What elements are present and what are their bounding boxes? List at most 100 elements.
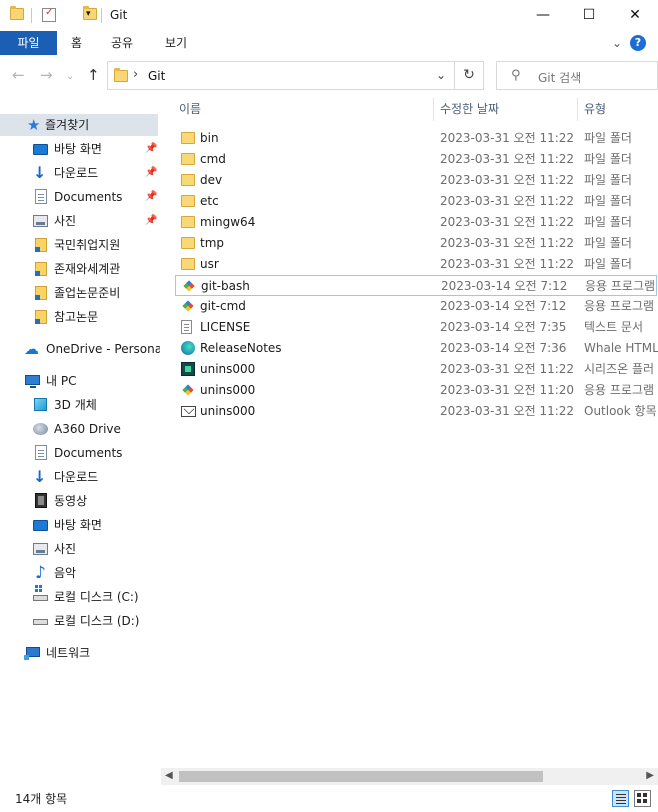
nav-item-this-pc[interactable]: 내 PC [0,370,160,392]
address-row: ← → ⌄ ↑ › Git ⌄ ↻ ⚲ Git 검색 [0,55,658,95]
pin-icon[interactable]: 📌 [145,186,157,208]
file-row[interactable]: unins000 2023-03-31 오전 11:22 Outlook 항목 [175,401,657,422]
file-name: unins000 [200,362,256,376]
scroll-left-icon[interactable]: ◀ [165,770,173,781]
tab-home[interactable]: 홈 [71,31,82,55]
nav-item-downloads[interactable]: ↓ 다운로드 [0,466,160,488]
tab-view[interactable]: 보기 [165,31,187,55]
nav-item-network[interactable]: 네트워크 [0,642,160,664]
column-header-type[interactable]: 유형 [584,95,658,124]
file-row[interactable]: dev 2023-03-31 오전 11:22 파일 폴더 [175,170,657,191]
file-name: bin [200,131,219,145]
nav-item-music[interactable]: ♪ 음악 [0,562,160,584]
breadcrumb-separator[interactable]: › [133,67,138,82]
nav-item-drive-c[interactable]: 로컬 디스크 (C:) [0,586,160,608]
nav-item-onedrive[interactable]: ☁ OneDrive - Personal [0,338,160,360]
file-row[interactable]: git-cmd 2023-03-14 오전 7:12 응용 프로그램 [175,296,657,317]
nav-item-drive-d[interactable]: 로컬 디스크 (D:) [0,610,160,632]
nav-item-folder[interactable]: 참고논문 [0,306,160,328]
file-date: 2023-03-31 오전 11:22 [440,131,575,145]
file-row[interactable]: unins000 2023-03-31 오전 11:22 시리즈온 플러 [175,359,657,380]
file-row[interactable]: unins000 2023-03-31 오전 11:20 응용 프로그램 [175,380,657,401]
a360-drive-icon [33,423,48,435]
recent-locations-button[interactable]: ⌄ [66,69,74,85]
address-dropdown-icon[interactable]: ⌄ [436,68,446,82]
minimize-button[interactable]: — [520,0,566,31]
file-name: ReleaseNotes [200,341,282,355]
scrollbar-thumb[interactable] [179,771,543,782]
nav-item-desktop[interactable]: 바탕 화면 [0,514,160,536]
address-bar[interactable]: › Git ⌄ [107,61,455,90]
computer-icon [25,375,40,388]
document-icon [35,445,47,460]
folder-icon [181,195,195,207]
nav-item-folder[interactable]: 졸업논문준비 [0,282,160,304]
file-date: 2023-03-14 오전 7:35 [440,320,567,334]
nav-item-documents[interactable]: Documents 📌 [0,186,160,208]
nav-item-documents[interactable]: Documents [0,442,160,464]
quick-access-folder-icon [35,310,47,324]
details-view-button[interactable] [612,790,629,807]
properties-icon[interactable]: ✓ [42,7,56,22]
nav-item-folder[interactable]: 존재와세계관 [0,258,160,280]
file-type: Whale HTML [584,341,658,355]
pin-icon[interactable]: 📌 [145,138,157,160]
maximize-button[interactable]: ☐ [566,0,612,31]
help-icon[interactable]: ? [630,35,646,51]
tab-share[interactable]: 공유 [111,31,133,55]
file-row[interactable]: bin 2023-03-31 오전 11:22 파일 폴더 [175,128,657,149]
file-row[interactable]: ReleaseNotes 2023-03-14 오전 7:36 Whale HT… [175,338,658,359]
file-name: cmd [200,152,226,166]
scroll-right-icon[interactable]: ▶ [646,770,654,781]
column-header-name[interactable]: 이름 [179,95,431,124]
nav-label: OneDrive - Personal [46,342,160,356]
nav-item-3d-objects[interactable]: 3D 개체 [0,394,160,416]
mail-icon [181,406,196,417]
close-button[interactable]: ✕ [612,0,658,31]
search-input[interactable]: ⚲ Git 검색 [496,61,658,90]
expand-ribbon-icon[interactable]: ⌄ [612,36,622,50]
file-row[interactable]: git-bash 2023-03-14 오전 7:12 응용 프로그램 [175,275,657,296]
file-row[interactable]: tmp 2023-03-31 오전 11:22 파일 폴더 [175,233,657,254]
horizontal-scrollbar[interactable]: ◀ ▶ [161,768,658,785]
column-divider[interactable] [577,98,578,121]
divider [101,8,102,23]
nav-item-pictures[interactable]: 사진 📌 [0,210,160,232]
nav-item-downloads[interactable]: ↓ 다운로드 📌 [0,162,160,184]
large-icons-view-button[interactable] [634,790,651,807]
back-button[interactable]: ← [12,67,25,83]
nav-label: 다운로드 [54,166,99,180]
pin-icon[interactable]: 📌 [145,210,157,232]
nav-label: 로컬 디스크 (D:) [54,614,140,628]
column-divider[interactable] [433,98,434,121]
forward-button[interactable]: → [40,67,53,83]
nav-item-desktop[interactable]: 바탕 화면 📌 [0,138,160,160]
tab-file[interactable]: 파일 [0,31,57,55]
file-type: 파일 폴더 [584,131,632,145]
nav-label: 네트워크 [46,646,91,660]
breadcrumb-git[interactable]: Git [148,69,165,83]
file-row[interactable]: etc 2023-03-31 오전 11:22 파일 폴더 [175,191,657,212]
windows-drive-icon [33,589,48,601]
nav-label: 내 PC [46,374,77,388]
nav-item-videos[interactable]: 동영상 [0,490,160,512]
quick-access-folder-icon [35,262,47,276]
nav-item-pictures[interactable]: 사진 [0,538,160,560]
nav-quick-access[interactable]: ★ 즐겨찾기 [0,114,158,136]
nav-label: 바탕 화면 [54,518,102,532]
file-date: 2023-03-14 오전 7:12 [441,279,568,293]
nav-item-folder[interactable]: 국민취업지원 [0,234,160,256]
nav-item-a360[interactable]: A360 Drive [0,418,160,440]
file-row[interactable]: usr 2023-03-31 오전 11:22 파일 폴더 [175,254,657,275]
pin-icon[interactable]: 📌 [145,162,157,184]
file-row[interactable]: cmd 2023-03-31 오전 11:22 파일 폴더 [175,149,657,170]
file-date: 2023-03-14 오전 7:36 [440,341,567,355]
up-button[interactable]: ↑ [87,67,100,83]
navigation-pane: ★ 즐겨찾기 바탕 화면 📌 ↓ 다운로드 📌 Documents 📌 사진 📌… [0,95,160,785]
nav-label: 로컬 디스크 (C:) [54,590,139,604]
file-row[interactable]: mingw64 2023-03-31 오전 11:22 파일 폴더 [175,212,657,233]
refresh-button[interactable]: ↻ [455,61,484,90]
file-row[interactable]: LICENSE 2023-03-14 오전 7:35 텍스트 문서 [175,317,657,338]
customize-toolbar-icon[interactable]: ▾ [86,9,91,25]
column-header-date[interactable]: 수정한 날짜 [440,95,576,124]
